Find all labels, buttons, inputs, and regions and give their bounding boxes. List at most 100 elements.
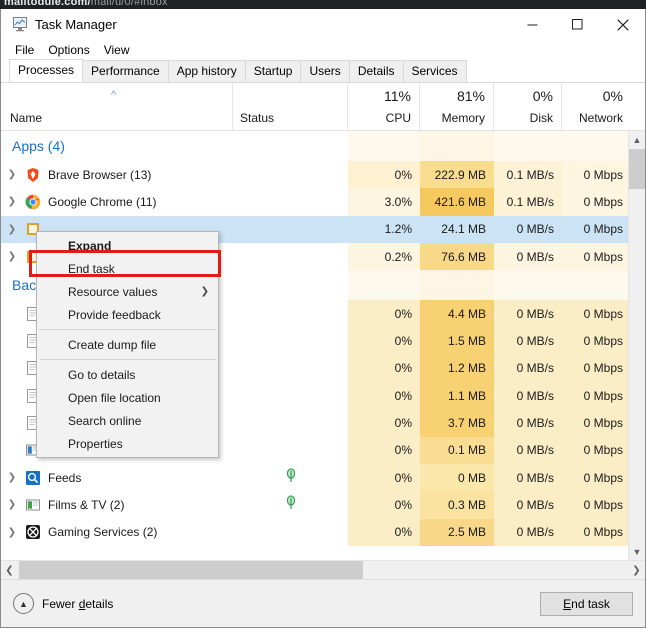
cell-cpu	[348, 131, 420, 161]
column-header-memory[interactable]: 81% Memory	[420, 83, 494, 130]
menu-options[interactable]: Options	[43, 41, 98, 60]
cell-network: 0 Mbps	[562, 355, 631, 382]
efficiency-mode-leaf-icon	[285, 468, 297, 487]
cell-name: ❯ Brave Browser (13)	[1, 161, 233, 188]
cell-memory: 421.6 MB	[420, 188, 494, 215]
cell-disk	[494, 270, 562, 300]
table-row[interactable]: ❯Gaming Services (2)0%2.5 MB0 MB/s0 Mbps	[1, 519, 631, 546]
tab-startup[interactable]: Startup	[245, 60, 302, 82]
scroll-up-button[interactable]: ▲	[629, 131, 645, 148]
footer-bar: ▲ Fewer details End task	[1, 579, 645, 627]
fewer-details-button[interactable]: ▲ Fewer details	[13, 593, 113, 614]
fewer-details-label: Fewer details	[42, 597, 113, 611]
table-row[interactable]: ❯Films & TV (2)0%0.3 MB0 MB/s0 Mbps	[1, 491, 631, 518]
cell-memory: 24.1 MB	[420, 216, 494, 243]
cell-disk: 0.1 MB/s	[494, 161, 562, 188]
cell-disk: 0 MB/s	[494, 519, 562, 546]
column-header-network[interactable]: 0% Network	[562, 83, 631, 130]
cell-network: 0 Mbps	[562, 216, 631, 243]
context-menu[interactable]: Expand End task Resource values❯Provide fe…	[36, 231, 219, 458]
column-header-cpu[interactable]: 11% CPU	[348, 83, 420, 130]
row-label: Films & TV (2)	[48, 498, 124, 512]
cell-network: 0 Mbps	[562, 243, 631, 270]
tab-services[interactable]: Services	[403, 60, 467, 82]
expand-chevron-icon[interactable]: ❯	[5, 224, 19, 235]
cell-status	[233, 216, 348, 243]
tab-app-history[interactable]: App history	[168, 60, 246, 82]
cell-status	[233, 519, 348, 546]
expand-chevron-icon[interactable]: ❯	[5, 169, 19, 180]
menu-file[interactable]: File	[10, 41, 43, 60]
horizontal-scroll-thumb[interactable]	[19, 561, 363, 579]
column-header-row: ^ Name Status 11% CPU 81% Memory 0% Disk…	[1, 83, 645, 131]
column-pct-cpu: 11%	[384, 88, 411, 104]
expand-chevron-icon[interactable]: ❯	[5, 527, 19, 538]
scroll-down-button[interactable]: ▼	[629, 543, 645, 560]
context-menu-item[interactable]: Resource values❯	[37, 280, 218, 303]
cell-status	[233, 300, 348, 327]
column-label-network: Network	[579, 111, 623, 125]
cell-disk: 0 MB/s	[494, 437, 562, 464]
context-menu-item-label: End task	[68, 262, 115, 276]
group-header-row[interactable]: Apps (4)	[1, 131, 631, 161]
context-menu-item[interactable]: Go to details	[37, 363, 218, 386]
expand-chevron-icon[interactable]: ❯	[5, 472, 19, 483]
scroll-left-button[interactable]: ❮	[1, 561, 18, 579]
cell-memory: 0 MB	[420, 464, 494, 491]
cell-memory	[420, 270, 494, 300]
close-button[interactable]	[600, 9, 645, 40]
cell-status	[233, 437, 348, 464]
expand-chevron-icon[interactable]: ❯	[5, 196, 19, 207]
context-menu-item[interactable]: Properties	[37, 432, 218, 455]
table-row[interactable]: ❯Feeds0%0 MB0 MB/s0 Mbps	[1, 464, 631, 491]
context-menu-separator	[39, 359, 216, 360]
table-row[interactable]: ❯Brave Browser (13)0%222.9 MB0.1 MB/s0 M…	[1, 161, 631, 188]
horizontal-scrollbar[interactable]: ❮ ❯	[1, 560, 645, 579]
cell-cpu: 0%	[348, 409, 420, 436]
chrome-icon	[25, 194, 41, 210]
context-menu-item[interactable]: Search online	[37, 409, 218, 432]
tab-processes[interactable]: Processes	[9, 59, 83, 82]
context-menu-item[interactable]: Create dump file	[37, 333, 218, 356]
row-label: Brave Browser (13)	[48, 168, 151, 182]
tab-performance[interactable]: Performance	[82, 60, 169, 82]
column-header-disk[interactable]: 0% Disk	[494, 83, 562, 130]
expand-chevron-icon[interactable]: ❯	[5, 251, 19, 262]
cell-disk: 0 MB/s	[494, 327, 562, 354]
context-menu-item[interactable]: Open file location	[37, 386, 218, 409]
cell-cpu: 0%	[348, 491, 420, 518]
menu-view[interactable]: View	[99, 41, 139, 60]
cell-disk: 0 MB/s	[494, 464, 562, 491]
vertical-scrollbar[interactable]: ▲ ▼	[628, 131, 645, 560]
column-header-name[interactable]: ^ Name	[1, 83, 233, 130]
cell-cpu: 0%	[348, 327, 420, 354]
column-label-disk: Disk	[530, 111, 553, 125]
background-url-bold: mailtodule.com/	[4, 0, 91, 8]
end-task-button[interactable]: End task	[540, 592, 633, 616]
vertical-scroll-thumb[interactable]	[629, 149, 645, 189]
cell-memory: 0.1 MB	[420, 437, 494, 464]
group-header-label: Bac	[12, 277, 36, 293]
cell-cpu: 1.2%	[348, 216, 420, 243]
maximize-icon	[572, 19, 583, 30]
cell-status	[233, 270, 348, 300]
column-pct-network: 0%	[603, 88, 623, 104]
maximize-button[interactable]	[555, 9, 600, 40]
column-header-status[interactable]: Status	[233, 83, 348, 130]
cell-status	[233, 491, 348, 518]
scroll-right-button[interactable]: ❯	[628, 561, 645, 579]
context-menu-item[interactable]: Provide feedback	[37, 303, 218, 326]
cell-name: ❯ Gaming Services (2)	[1, 519, 233, 546]
minimize-button[interactable]	[510, 9, 555, 40]
expand-chevron-icon[interactable]: ❯	[5, 499, 19, 510]
context-menu-item[interactable]: Expand	[37, 234, 218, 257]
cell-cpu: 0%	[348, 519, 420, 546]
context-menu-item[interactable]: End task	[37, 257, 218, 280]
cell-cpu: 3.0%	[348, 188, 420, 215]
cell-cpu: 0.2%	[348, 243, 420, 270]
tab-users[interactable]: Users	[300, 60, 349, 82]
row-label: Gaming Services (2)	[48, 525, 157, 539]
tab-details[interactable]: Details	[349, 60, 404, 82]
efficiency-mode-leaf-icon	[285, 495, 297, 514]
table-row[interactable]: ❯Google Chrome (11)3.0%421.6 MB0.1 MB/s0…	[1, 188, 631, 215]
